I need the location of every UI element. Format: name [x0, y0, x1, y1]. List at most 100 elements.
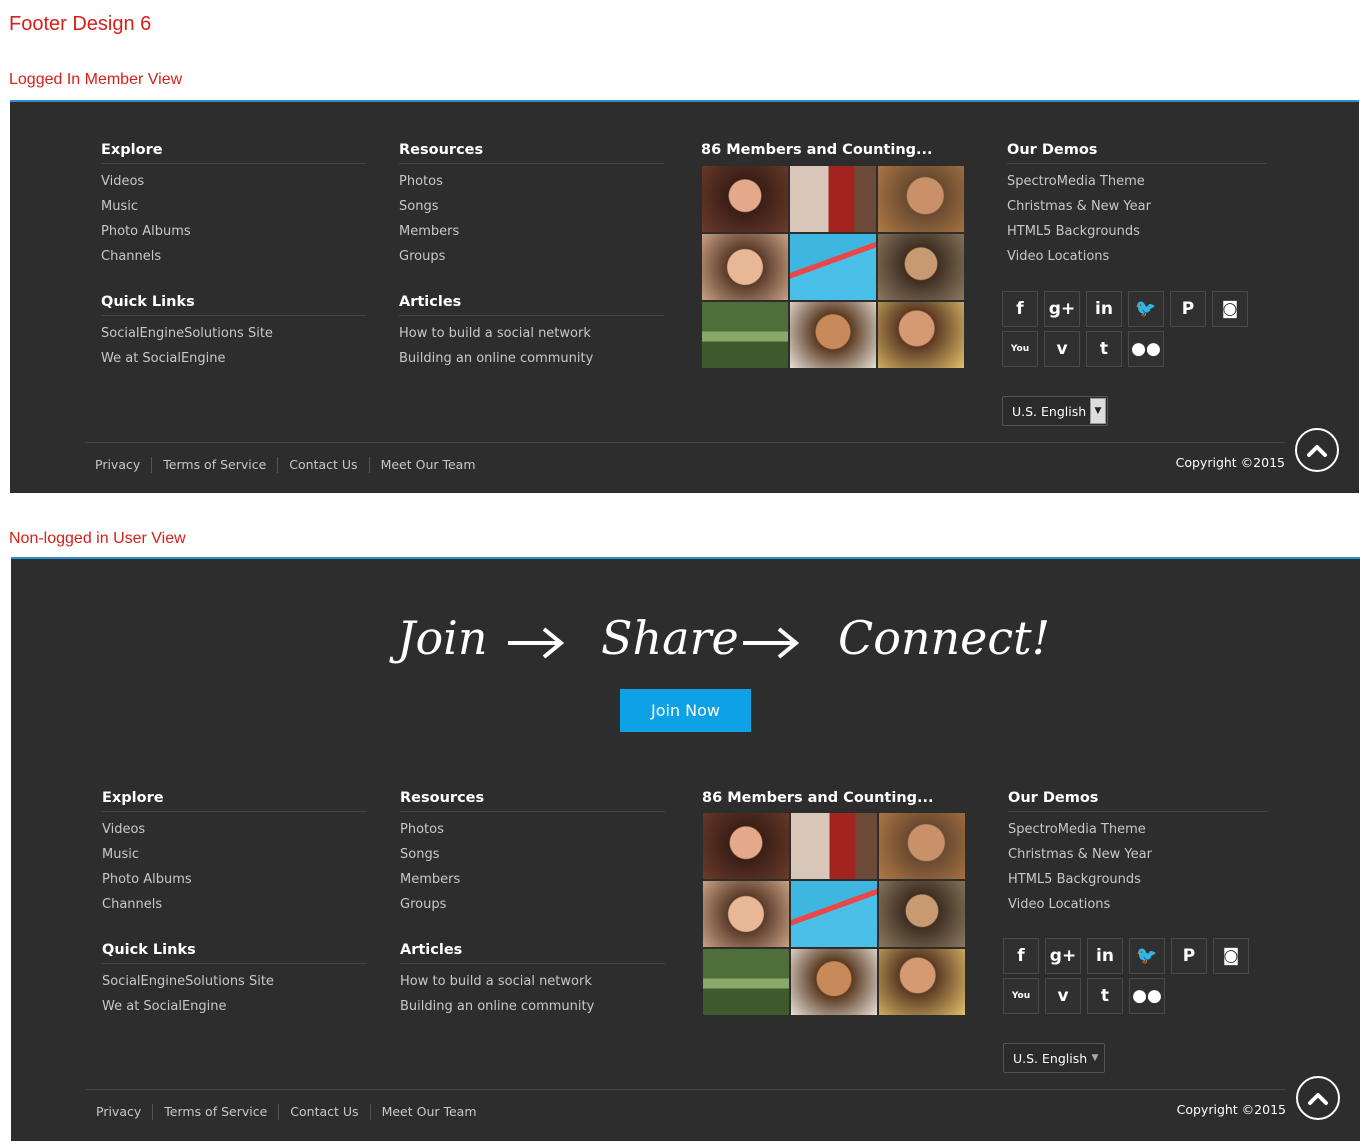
arrow-right-icon — [508, 627, 565, 659]
tagline-connect: Connect! — [838, 611, 1051, 665]
link-ses-site[interactable]: SocialEngineSolutions Site — [102, 974, 367, 999]
link-terms[interactable]: Terms of Service — [152, 1104, 278, 1120]
link-music[interactable]: Music — [102, 847, 367, 872]
member-avatar[interactable] — [878, 302, 964, 368]
link-video-locations[interactable]: Video Locations — [1007, 249, 1267, 274]
link-we-at-socialengine[interactable]: We at SocialEngine — [102, 999, 367, 1024]
members-heading: 86 Members and Counting... — [701, 142, 933, 158]
link-privacy[interactable]: Privacy — [95, 457, 151, 473]
pinterest-button[interactable]: P — [1171, 938, 1207, 974]
link-html5-backgrounds[interactable]: HTML5 Backgrounds — [1007, 224, 1267, 249]
member-avatar[interactable] — [702, 302, 788, 368]
link-videos[interactable]: Videos — [102, 822, 367, 847]
link-groups[interactable]: Groups — [399, 249, 664, 274]
link-terms[interactable]: Terms of Service — [151, 457, 277, 473]
quick-links-heading: Quick Links — [101, 292, 366, 316]
social-icons: f g+ in 🐦 P ◙ You v t ●● — [1002, 291, 1248, 367]
member-avatar[interactable] — [791, 813, 877, 879]
google-plus-button[interactable]: g+ — [1045, 938, 1081, 974]
vimeo-button[interactable]: v — [1045, 978, 1081, 1014]
youtube-button[interactable]: You — [1003, 978, 1039, 1014]
link-videos[interactable]: Videos — [101, 174, 366, 199]
tumblr-button[interactable]: t — [1086, 331, 1122, 367]
link-channels[interactable]: Channels — [102, 897, 367, 922]
link-photo-albums[interactable]: Photo Albums — [101, 224, 366, 249]
member-avatar[interactable] — [878, 166, 964, 232]
youtube-button[interactable]: You — [1002, 331, 1038, 367]
link-privacy[interactable]: Privacy — [96, 1104, 152, 1120]
twitter-button[interactable]: 🐦 — [1128, 291, 1164, 327]
scroll-to-top-button[interactable] — [1296, 1076, 1340, 1120]
members-column: 86 Members and Counting... — [702, 788, 967, 812]
link-online-community[interactable]: Building an online community — [399, 351, 664, 376]
language-select[interactable]: U.S. English ▼ — [1002, 396, 1108, 426]
member-avatar[interactable] — [791, 949, 877, 1015]
link-build-social-network[interactable]: How to build a social network — [399, 326, 664, 351]
link-songs[interactable]: Songs — [400, 847, 665, 872]
facebook-button[interactable]: f — [1003, 938, 1039, 974]
tumblr-button[interactable]: t — [1087, 978, 1123, 1014]
link-members[interactable]: Members — [400, 872, 665, 897]
explore-list: Videos Music Photo Albums Channels — [102, 822, 367, 922]
explore-heading: Explore — [102, 788, 367, 812]
link-channels[interactable]: Channels — [101, 249, 366, 274]
quick-links-list: SocialEngineSolutions Site We at SocialE… — [101, 326, 366, 376]
link-photos[interactable]: Photos — [399, 174, 664, 199]
member-avatar[interactable] — [879, 949, 965, 1015]
instagram-icon: ◙ — [1222, 946, 1240, 966]
link-ses-site[interactable]: SocialEngineSolutions Site — [101, 326, 366, 351]
twitter-button[interactable]: 🐦 — [1129, 938, 1165, 974]
link-build-social-network[interactable]: How to build a social network — [400, 974, 665, 999]
flickr-button[interactable]: ●● — [1128, 331, 1164, 367]
link-contact[interactable]: Contact Us — [277, 457, 368, 473]
member-avatar[interactable] — [879, 813, 965, 879]
join-now-button[interactable]: Join Now — [620, 689, 751, 732]
link-christmas-new-year[interactable]: Christmas & New Year — [1008, 847, 1268, 872]
member-avatar[interactable] — [703, 813, 789, 879]
flickr-button[interactable]: ●● — [1129, 978, 1165, 1014]
member-avatar[interactable] — [702, 166, 788, 232]
quick-links-heading: Quick Links — [102, 940, 367, 964]
member-avatar[interactable] — [703, 949, 789, 1015]
link-meet-team[interactable]: Meet Our Team — [368, 457, 487, 473]
link-christmas-new-year[interactable]: Christmas & New Year — [1007, 199, 1267, 224]
link-members[interactable]: Members — [399, 224, 664, 249]
member-avatar[interactable] — [790, 302, 876, 368]
link-photos[interactable]: Photos — [400, 822, 665, 847]
google-plus-button[interactable]: g+ — [1044, 291, 1080, 327]
link-music[interactable]: Music — [101, 199, 366, 224]
link-photo-albums[interactable]: Photo Albums — [102, 872, 367, 897]
member-avatar[interactable] — [790, 234, 876, 300]
facebook-button[interactable]: f — [1002, 291, 1038, 327]
copyright: Copyright ©2015 — [1176, 1102, 1286, 1117]
link-online-community[interactable]: Building an online community — [400, 999, 665, 1024]
resources-heading: Resources — [400, 788, 665, 812]
chevron-up-icon — [1308, 1093, 1328, 1105]
member-avatar[interactable] — [878, 234, 964, 300]
member-avatar[interactable] — [702, 234, 788, 300]
pinterest-icon: P — [1182, 946, 1196, 966]
link-songs[interactable]: Songs — [399, 199, 664, 224]
link-spectromedia[interactable]: SpectroMedia Theme — [1008, 822, 1268, 847]
vimeo-button[interactable]: v — [1044, 331, 1080, 367]
language-select[interactable]: U.S. English ▼ — [1003, 1043, 1105, 1073]
link-video-locations[interactable]: Video Locations — [1008, 897, 1268, 922]
link-spectromedia[interactable]: SpectroMedia Theme — [1007, 174, 1267, 199]
instagram-button[interactable]: ◙ — [1212, 291, 1248, 327]
link-html5-backgrounds[interactable]: HTML5 Backgrounds — [1008, 872, 1268, 897]
link-contact[interactable]: Contact Us — [278, 1104, 369, 1120]
link-we-at-socialengine[interactable]: We at SocialEngine — [101, 351, 366, 376]
member-avatar[interactable] — [791, 881, 877, 947]
member-avatar[interactable] — [703, 881, 789, 947]
pinterest-button[interactable]: P — [1170, 291, 1206, 327]
twitter-icon: 🐦 — [1135, 299, 1157, 319]
link-meet-team[interactable]: Meet Our Team — [369, 1104, 488, 1120]
scroll-to-top-button[interactable] — [1295, 428, 1339, 472]
member-avatar[interactable] — [879, 881, 965, 947]
linkedin-button[interactable]: in — [1087, 938, 1123, 974]
link-groups[interactable]: Groups — [400, 897, 665, 922]
linkedin-button[interactable]: in — [1086, 291, 1122, 327]
instagram-button[interactable]: ◙ — [1213, 938, 1249, 974]
member-avatar[interactable] — [790, 166, 876, 232]
tumblr-icon: t — [1099, 339, 1109, 359]
